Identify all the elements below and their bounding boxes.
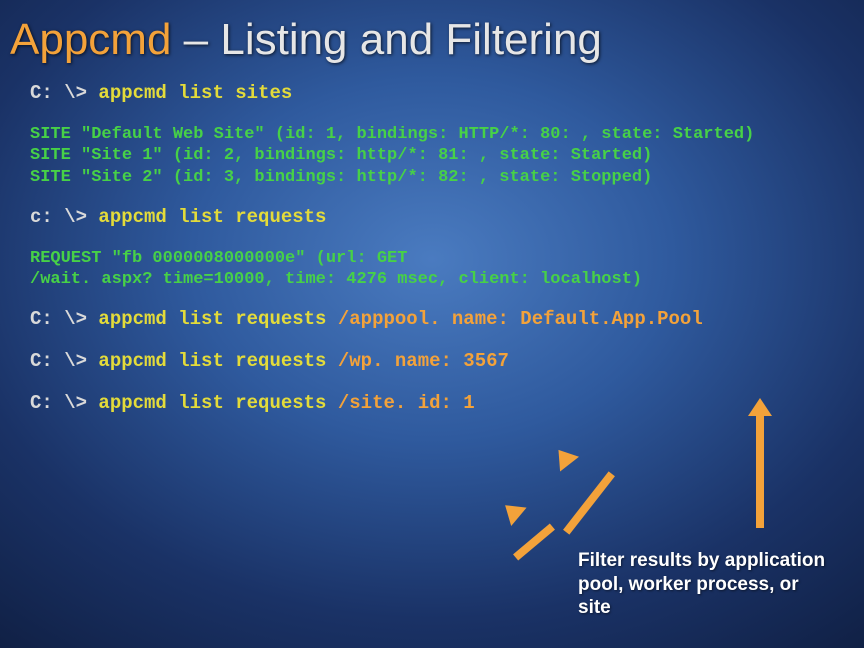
- output-line: SITE "Site 2" (id: 3, bindings: http/*: …: [30, 167, 834, 188]
- prompt: C: \>: [30, 350, 98, 372]
- cmd-block-3: C: \> appcmd list requests /apppool. nam…: [30, 308, 834, 332]
- command: appcmd list requests: [98, 206, 326, 228]
- command: appcmd list sites: [98, 82, 292, 104]
- title-part1: Appcmd: [10, 15, 171, 64]
- arg-wp: /wp. name: 3567: [338, 350, 509, 372]
- title-dash: –: [171, 15, 220, 64]
- arrowhead-icon: [748, 398, 772, 416]
- command: appcmd list requests: [98, 350, 337, 372]
- arrow-icon: [756, 412, 764, 528]
- output-block-2: REQUEST "fb 0000008000000e" (url: GET /w…: [30, 248, 834, 291]
- prompt: C: \>: [30, 308, 98, 330]
- output-line: /wait. aspx? time=10000, time: 4276 msec…: [30, 269, 834, 290]
- arg-site: /site. id: 1: [338, 392, 475, 414]
- cmd-block-5: C: \> appcmd list requests /site. id: 1: [30, 392, 834, 416]
- command: appcmd list requests: [98, 392, 337, 414]
- cmd-block-4: C: \> appcmd list requests /wp. name: 35…: [30, 350, 834, 374]
- terminal-content: C: \> appcmd list sites SITE "Default We…: [0, 64, 864, 415]
- output-line: SITE "Default Web Site" (id: 1, bindings…: [30, 124, 834, 145]
- arrow-icon: [513, 524, 555, 561]
- arrow-icon: [563, 471, 615, 534]
- output-line: SITE "Site 1" (id: 2, bindings: http/*: …: [30, 145, 834, 166]
- cmd-block-2: c: \> appcmd list requests: [30, 206, 834, 230]
- slide-title: Appcmd – Listing and Filtering: [0, 0, 864, 64]
- arrowhead-icon: [549, 443, 579, 472]
- output-line: REQUEST "fb 0000008000000e" (url: GET: [30, 248, 834, 269]
- prompt: c: \>: [30, 206, 98, 228]
- prompt: C: \>: [30, 392, 98, 414]
- annotation-note: Filter results by application pool, work…: [578, 549, 828, 620]
- cmd-block-1: C: \> appcmd list sites: [30, 82, 834, 106]
- command: appcmd list requests: [98, 308, 337, 330]
- arg-apppool: /apppool. name: Default.App.Pool: [338, 308, 703, 330]
- prompt: C: \>: [30, 82, 98, 104]
- title-part2: Listing and Filtering: [220, 15, 602, 64]
- output-block-1: SITE "Default Web Site" (id: 1, bindings…: [30, 124, 834, 188]
- arrowhead-icon: [497, 496, 526, 526]
